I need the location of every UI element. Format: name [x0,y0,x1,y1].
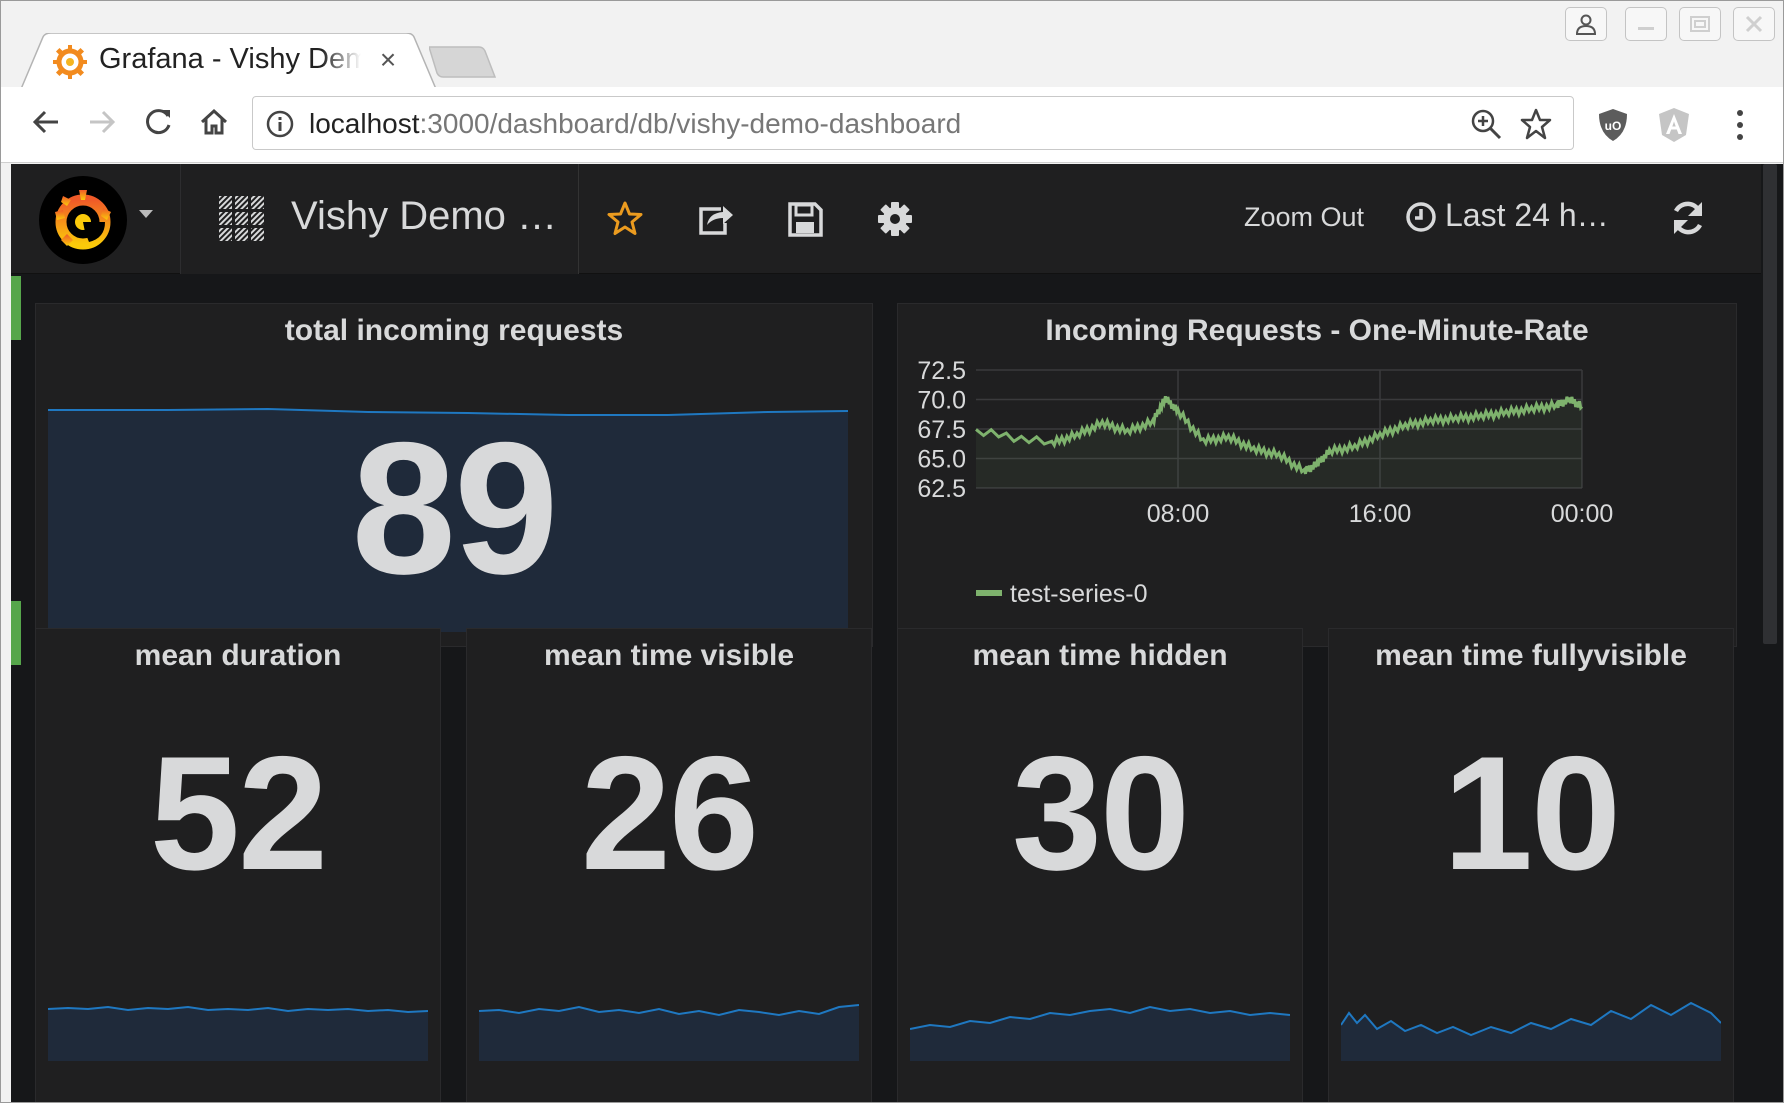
back-button[interactable] [21,97,71,147]
panel-title[interactable]: total incoming requests [36,314,872,348]
graph-chart[interactable]: 62.565.067.570.072.5 08:00 16:00 00:00 [898,304,1737,564]
panel-mean-time-hidden[interactable]: mean time hidden 30 [897,628,1303,1102]
zoom-icon[interactable] [1469,107,1503,141]
sparkline [48,1005,428,1061]
time-range-picker[interactable]: Last 24 h… [1445,197,1609,234]
arrow-right-icon [90,110,116,134]
browser-window: Grafana - Vishy Demo Dashboard × [0,0,1784,1103]
tab-close-icon[interactable]: × [373,45,403,75]
clock-icon[interactable] [1404,200,1438,234]
panel-title[interactable]: mean duration [36,639,440,673]
panel-one-minute-rate[interactable]: Incoming Requests - One-Minute-Rate 62.5… [897,303,1737,647]
share-icon [699,206,733,235]
stat-value: 89 [351,403,558,613]
panel-title[interactable]: mean time fullyvisible [1329,639,1733,673]
profile-button[interactable] [1565,7,1607,41]
panel-total-incoming-requests[interactable]: total incoming requests 89 [35,303,873,647]
minimize-icon [1638,27,1654,30]
sparkline [910,1005,1290,1061]
url-text[interactable]: localhost:3000/dashboard/db/vishy-demo-d… [309,107,961,141]
reload-button[interactable] [133,97,183,147]
maximize-button[interactable] [1679,7,1721,41]
panel-title[interactable]: mean time hidden [898,639,1302,673]
caret-down-icon [139,210,153,218]
dashboard-grid-icon [219,196,264,241]
stat-value: 10 [1442,723,1621,904]
settings-button[interactable] [873,197,917,241]
grafana-navbar: Vishy Demo … Zoom Out Last 24 h… [11,164,1761,274]
tab-title: Grafana - Vishy Demo Dashboard [99,43,361,75]
close-window-button[interactable] [1733,7,1775,41]
dashboard-title: Vishy Demo … [291,194,558,238]
panel-mean-duration[interactable]: mean duration 52 [35,628,441,1102]
info-icon[interactable] [265,109,295,139]
forward-button[interactable] [77,97,127,147]
reload-icon [146,109,171,135]
row-collapse-handle[interactable] [11,601,21,665]
browser-menu-icon[interactable] [1725,105,1755,145]
star-dashboard-button[interactable] [603,197,647,241]
dashboard-title-button[interactable]: Vishy Demo … [181,164,579,274]
x-tick-label: 00:00 [1551,500,1614,528]
y-tick-label: 67.5 [917,416,966,444]
scrollbar-thumb[interactable] [1763,164,1777,644]
ublock-extension-icon[interactable]: uO [1593,105,1633,145]
grafana-menu-button[interactable] [11,164,181,274]
panel-mean-time-fullyvisible[interactable]: mean time fullyvisible 10 [1328,628,1734,1102]
y-tick-label: 65.0 [917,446,966,474]
stat-value: 26 [580,723,759,904]
restore-icon [1690,16,1710,32]
panel-title[interactable]: mean time visible [467,639,871,673]
save-icon [788,202,823,237]
angular-extension-icon[interactable] [1654,105,1694,145]
new-tab-button[interactable] [429,45,497,79]
row-collapse-handle[interactable] [11,276,21,340]
share-dashboard-button[interactable] [693,197,737,241]
home-button[interactable] [189,97,239,147]
profile-icon [1575,14,1597,35]
y-tick-label: 72.5 [917,357,966,385]
x-tick-label: 16:00 [1349,500,1412,528]
bookmark-star-icon[interactable] [1519,107,1553,141]
stat-value: 30 [1011,723,1190,904]
star-icon [607,201,643,235]
arrow-left-icon [32,110,58,134]
home-icon [200,108,228,135]
legend-swatch [976,590,1002,597]
stat-value: 52 [149,723,328,904]
tab-strip: Grafana - Vishy Demo Dashboard × [1,1,1783,89]
address-bar[interactable]: localhost:3000/dashboard/db/vishy-demo-d… [252,96,1574,150]
save-dashboard-button[interactable] [783,197,827,241]
y-tick-label: 62.5 [917,475,966,503]
legend-item[interactable]: test-series-0 [976,580,1148,609]
zoom-out-button[interactable]: Zoom Out [1244,202,1364,233]
close-icon [1745,15,1763,33]
panel-mean-time-visible[interactable]: mean time visible 26 [466,628,872,1102]
svg-text:uO: uO [1605,119,1622,133]
grafana-logo-icon [55,190,111,250]
refresh-icon[interactable] [1666,196,1710,240]
grafana-logo [39,176,127,264]
grafana-page: Vishy Demo … Zoom Out Last 24 h… total i… [11,164,1761,1102]
legend-label: test-series-0 [1010,580,1148,608]
minimize-button[interactable] [1625,7,1667,41]
browser-toolbar: localhost:3000/dashboard/db/vishy-demo-d… [1,87,1783,163]
y-tick-label: 70.0 [917,387,966,415]
x-tick-label: 08:00 [1147,500,1210,528]
sparkline [479,1004,859,1061]
grafana-favicon-icon [53,45,87,79]
sparkline [1341,1001,1721,1061]
gear-icon [878,202,912,236]
